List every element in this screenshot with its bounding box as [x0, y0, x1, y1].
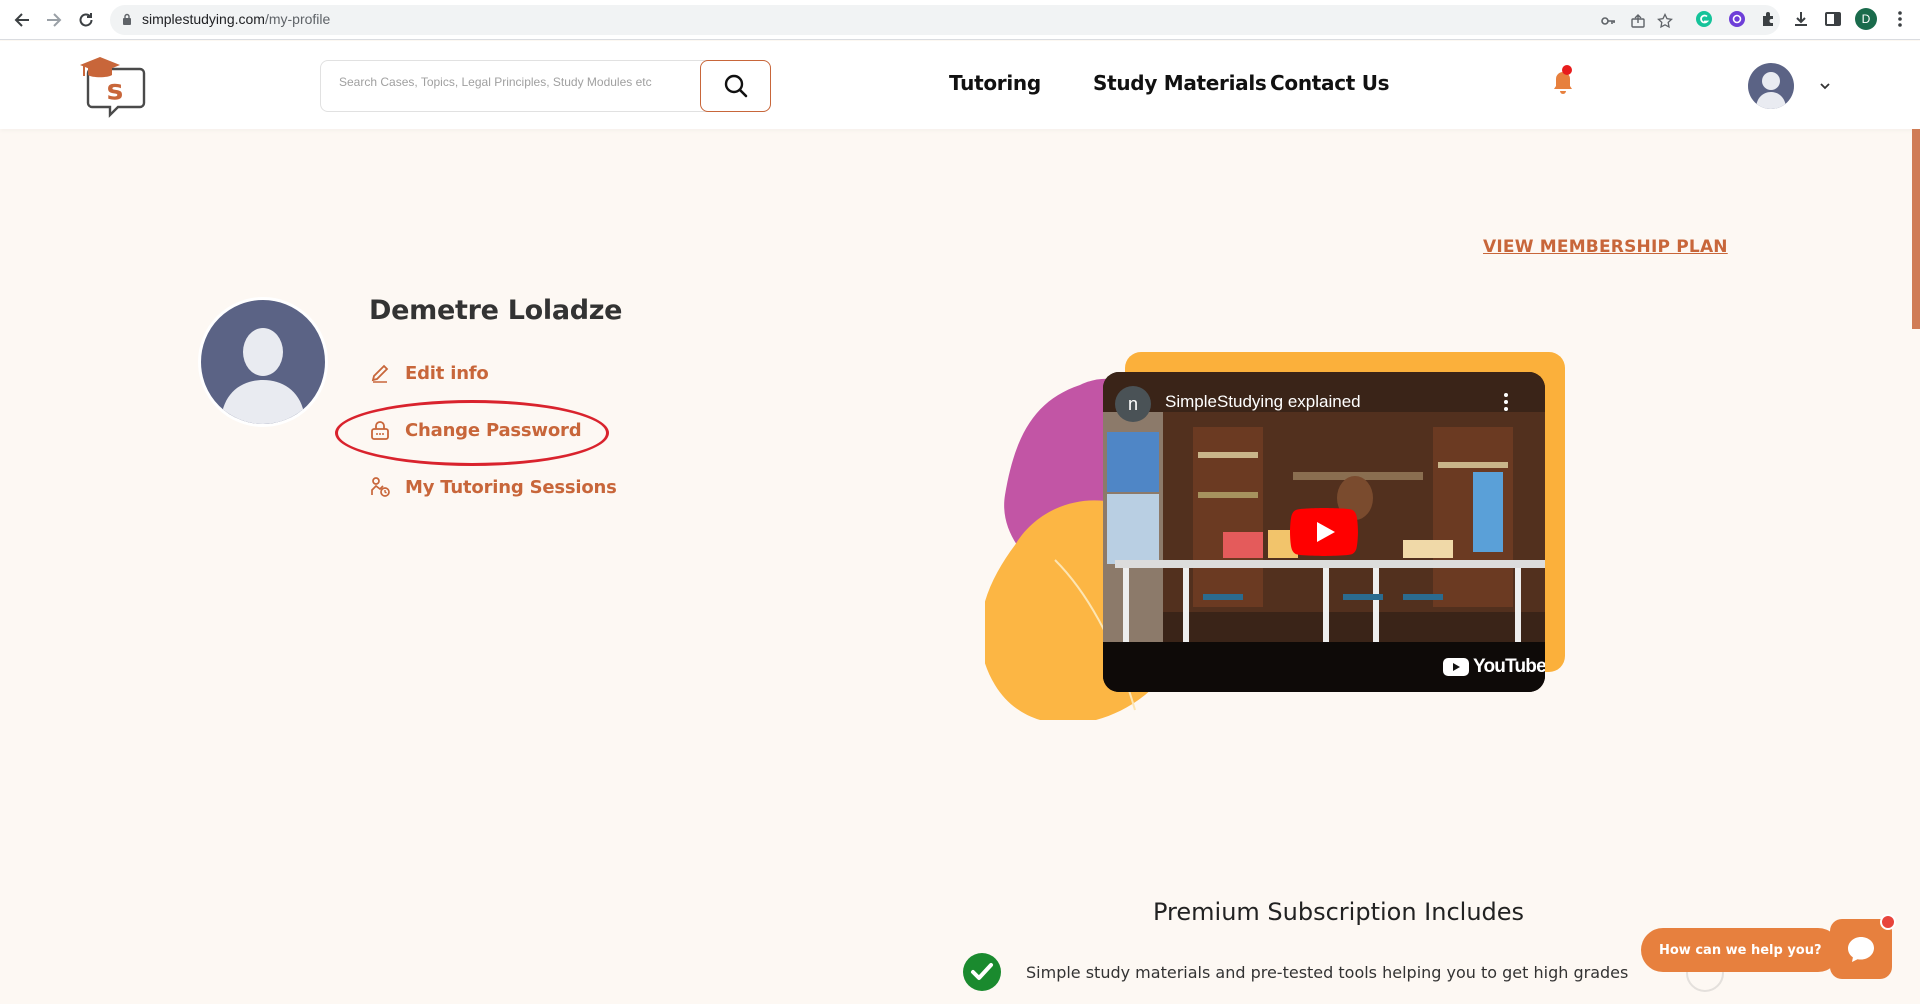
nav-contact-us[interactable]: Contact Us — [1270, 71, 1390, 95]
chat-notification-dot — [1880, 914, 1896, 930]
premium-subscription-title: Premium Subscription Includes — [1153, 898, 1525, 926]
simplestudying-logo[interactable]: s — [78, 55, 148, 119]
search-box — [320, 60, 771, 112]
chat-prompt-bubble[interactable]: How can we help you? — [1641, 928, 1840, 972]
browser-menu-icon[interactable] — [1890, 9, 1910, 29]
site-header: s Tutoring Study Materials Contact Us — [0, 41, 1920, 129]
user-silhouette-icon — [1756, 72, 1786, 109]
change-password-link[interactable]: Change Password — [369, 419, 582, 441]
view-membership-plan-link[interactable]: VIEW MEMBERSHIP PLAN — [1483, 237, 1728, 257]
youtube-wordmark: YouTube — [1473, 656, 1545, 677]
chat-prompt-text: How can we help you? — [1659, 942, 1822, 958]
my-tutoring-sessions-label: My Tutoring Sessions — [405, 476, 617, 498]
svg-text:s: s — [107, 73, 124, 106]
browser-profile-avatar[interactable]: D — [1855, 8, 1877, 30]
notification-bell-icon[interactable] — [1551, 65, 1575, 95]
lock-icon — [371, 421, 389, 440]
subscription-feature: Simple study materials and pre-tested to… — [962, 952, 1628, 992]
download-icon[interactable] — [1791, 9, 1811, 29]
my-tutoring-sessions-link[interactable]: My Tutoring Sessions — [369, 476, 617, 498]
grammarly-extension-icon[interactable] — [1694, 9, 1714, 29]
chat-bubble-icon — [1848, 937, 1874, 962]
nav-study-materials[interactable]: Study Materials — [1093, 71, 1267, 95]
url-text: simplestudying.com/my-profile — [142, 11, 331, 27]
extensions-puzzle-icon[interactable] — [1759, 9, 1779, 29]
subscription-feature-text: Simple study materials and pre-tested to… — [1026, 962, 1629, 982]
key-icon[interactable] — [1600, 13, 1616, 29]
edit-info-label: Edit info — [405, 362, 489, 384]
chevron-down-icon[interactable] — [1818, 79, 1832, 93]
bookmark-star-icon[interactable] — [1657, 13, 1673, 29]
profile-avatar — [198, 297, 328, 427]
more-options-icon[interactable] — [1501, 392, 1511, 412]
forward-icon[interactable] — [42, 8, 66, 32]
play-button-icon[interactable] — [1290, 508, 1358, 556]
browser-toolbar: simplestudying.com/my-profile D — [0, 0, 1920, 40]
search-icon — [724, 74, 747, 98]
side-panel-icon[interactable] — [1823, 9, 1843, 29]
search-button[interactable] — [700, 60, 771, 112]
pencil-icon — [371, 364, 389, 383]
share-icon[interactable] — [1630, 13, 1646, 29]
search-input[interactable] — [339, 75, 709, 89]
tutoring-icon — [371, 477, 390, 497]
address-bar[interactable]: simplestudying.com/my-profile — [110, 5, 1780, 35]
youtube-icon — [1443, 658, 1469, 676]
browser-profile-initial: D — [1861, 12, 1871, 26]
youtube-logo[interactable]: YouTube — [1443, 656, 1545, 678]
extension-icon-purple[interactable] — [1727, 9, 1747, 29]
profile-name: Demetre Loladze — [369, 295, 623, 326]
nav-tutoring[interactable]: Tutoring — [949, 71, 1041, 95]
user-silhouette-icon — [221, 328, 305, 424]
lock-icon — [123, 13, 131, 25]
page-scrollbar[interactable] — [1912, 129, 1920, 329]
channel-initial: n — [1127, 393, 1138, 414]
check-circle-icon — [963, 953, 1001, 991]
video-title[interactable]: SimpleStudying explained — [1165, 392, 1361, 412]
back-icon[interactable] — [10, 8, 34, 32]
video-player[interactable]: n SimpleStudying explained YouTube — [1103, 372, 1545, 692]
edit-info-link[interactable]: Edit info — [369, 362, 489, 384]
change-password-label: Change Password — [405, 419, 582, 441]
reload-icon[interactable] — [74, 8, 98, 32]
user-avatar[interactable] — [1748, 63, 1794, 109]
channel-avatar[interactable]: n — [1115, 386, 1151, 422]
